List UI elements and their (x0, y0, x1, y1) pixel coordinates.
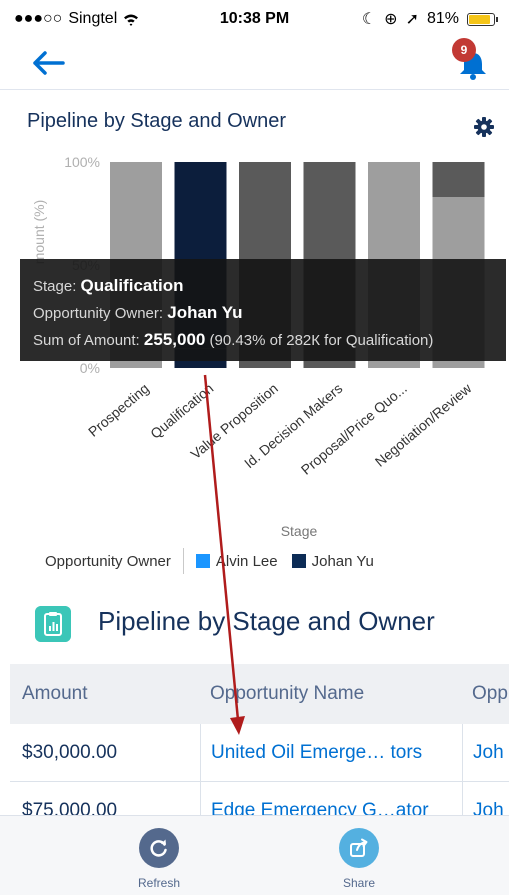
carrier-group: ●●●○○ Singtel (14, 10, 139, 28)
notification-badge: 9 (452, 38, 476, 62)
tooltip-owner-label: Opportunity Owner: (33, 305, 164, 322)
column-header-opportunity-owner[interactable]: Opp (462, 664, 509, 724)
cell-owner-link[interactable]: Joh (462, 724, 509, 781)
bottom-action-bar: Refresh Share (0, 815, 509, 895)
tooltip-stage-value: Qualification (80, 276, 184, 295)
location-icon: ➚ (405, 11, 419, 28)
moon-icon: ☾ (361, 11, 377, 28)
x-tick-label: Qualification (147, 380, 216, 442)
y-tick-label: 100% (64, 154, 100, 170)
gear-icon[interactable] (473, 116, 495, 138)
chart-title: Pipeline by Stage and Owner (27, 110, 287, 132)
share-button[interactable]: Share (324, 828, 394, 890)
tooltip-sum-label: Sum of Amount: (33, 332, 140, 349)
legend-item-johan-yu[interactable]: Johan Yu (312, 553, 374, 570)
table-row: $30,000.00 United Oil Emerge… tors Joh (10, 724, 509, 782)
chart-tooltip: Stage: Qualification Opportunity Owner: … (20, 259, 506, 361)
cell-opportunity-name-link[interactable]: United Oil Emerge… tors (200, 724, 462, 781)
legend-swatch-johan-yu[interactable] (291, 554, 306, 568)
battery-icon (467, 12, 498, 26)
legend-swatch-alvin-lee[interactable] (195, 554, 210, 568)
refresh-button-circle[interactable] (139, 828, 179, 868)
rotation-lock-icon: ⊕ (384, 11, 398, 28)
battery-percent: 81% (426, 10, 459, 27)
tooltip-sum-value: 255,000 (143, 330, 206, 349)
x-tick-label: Proposal/Price Quo... (298, 380, 410, 478)
wifi-icon (124, 14, 139, 26)
status-bar: ●●●○○ Singtel 10:38 PM ☾ ⊕ ➚ 81% (0, 0, 509, 38)
share-icon (350, 838, 368, 857)
legend-item-alvin-lee[interactable]: Alvin Lee (216, 553, 278, 570)
refresh-button[interactable]: Refresh (124, 828, 194, 890)
refresh-label: Refresh (137, 876, 181, 890)
cell-amount: $30,000.00 (22, 741, 118, 763)
refresh-icon (150, 839, 167, 857)
x-tick-label: Prospecting (85, 380, 152, 440)
share-button-circle[interactable] (339, 828, 379, 868)
tooltip-stage-label: Stage: (33, 278, 77, 295)
legend-divider (182, 548, 184, 574)
report-icon (35, 606, 71, 642)
x-axis-label: Stage (281, 523, 318, 539)
tooltip-sum-detail: (90.43% of 282К for Qualification) (209, 332, 434, 349)
tooltip-owner-value: Johan Yu (167, 303, 243, 322)
carrier-name: Singtel (68, 10, 118, 27)
report-table: Amount Opportunity Name Opp $30,000.00 U… (10, 664, 509, 840)
report-title: Pipeline by Stage and Owner (98, 606, 435, 636)
report-header: Pipeline by Stage and Owner (0, 600, 509, 650)
signal-icon: ●●●○○ (14, 10, 63, 27)
chart-legend: Opportunity Owner Alvin Lee Johan Yu (0, 548, 509, 574)
column-header-opportunity-name[interactable]: Opportunity Name (200, 664, 462, 724)
table-header-row: Amount Opportunity Name Opp (10, 664, 509, 724)
legend-title: Opportunity Owner (45, 552, 171, 570)
status-icons: ☾ ⊕ ➚ 81% (361, 9, 498, 29)
y-axis-label: mount (%) (31, 200, 47, 265)
bar-segment-johan-yu (432, 162, 485, 198)
share-label: Share (342, 876, 376, 890)
back-arrow-icon[interactable] (30, 48, 70, 78)
column-header-amount[interactable]: Amount (10, 683, 200, 705)
y-tick-label: 0% (80, 360, 100, 376)
nav-bar: 9 (0, 38, 509, 90)
